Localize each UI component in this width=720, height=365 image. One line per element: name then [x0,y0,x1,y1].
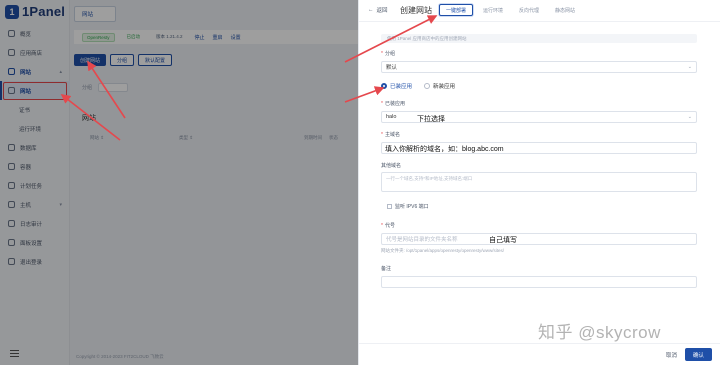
drawer-title: 创建网站 [400,6,432,15]
app-source-radio-group: 已装应用 新装应用 [381,82,455,90]
modal-overlay[interactable] [0,0,358,365]
other-domains-label: 其他域名 [381,163,402,169]
drawer-footer: 取消 确认 [359,343,720,365]
tab-one-click-deploy[interactable]: 一键部署 [439,4,474,16]
annotation-alias: 自己填写 [489,237,517,244]
tab-static-site[interactable]: 静态网站 [549,4,581,16]
ipv6-checkbox[interactable]: 监听 IPV6 端口 [387,203,429,210]
back-button[interactable]: ← 返回 [368,6,388,14]
chevron-down-icon: ⌄ [687,64,692,70]
chevron-down-icon: ⌄ [687,114,692,120]
alias-placeholder: 代号是网站目录的文件夹名称 [386,237,458,243]
tab-runtime[interactable]: 运行环境 [477,4,509,16]
remark-label: 备注 [381,266,392,272]
alias-hint: 网站文件夹: /opt/1panel/apps/openresty/openre… [381,248,505,253]
radio-new-app[interactable]: 新装应用 [424,82,455,90]
remark-input[interactable] [381,276,697,288]
watermark: 知乎 @skycrow [538,323,661,342]
drawer-header: ← 返回 创建网站 一键部署 运行环境 反向代理 静态网站 [359,0,720,22]
other-domains-textarea[interactable]: 一行一个域名,支持*和IP地址,支持域名:端口 [381,172,697,192]
group-select[interactable]: 默认 ⌄ [381,61,697,73]
installed-app-value: halo [386,114,397,120]
back-label: 返回 [376,8,388,14]
alias-input[interactable]: 代号是网站目录的文件夹名称 [381,233,697,245]
create-website-drawer: ← 返回 创建网站 一键部署 运行环境 反向代理 静态网站 使用 1Panel … [358,0,720,365]
radio-installed-app[interactable]: 已装应用 [381,82,412,90]
radio-dot [424,83,431,89]
ipv6-label: 监听 IPV6 端口 [395,204,429,210]
alias-label: * 代号 [381,223,395,229]
confirm-button[interactable]: 确认 [685,348,712,361]
annotation-primary-domain: 填入你解析的域名，如：blog.abc.com [385,146,504,153]
create-type-tabs: 一键部署 运行环境 反向代理 静态网站 [439,4,581,16]
radio-dot [381,83,387,89]
tab-reverse-proxy[interactable]: 反向代理 [513,4,545,16]
arrow-left-icon: ← [368,7,374,13]
cancel-button[interactable]: 取消 [661,348,682,361]
primary-domain-label: * 主域名 [381,132,400,138]
checkbox-box [387,204,392,209]
group-label: * 分组 [381,51,395,57]
group-select-value: 默认 [386,65,398,71]
annotation-dropdown: 下拉选择 [417,116,445,123]
installed-app-label: * 已装应用 [381,101,405,107]
info-note: 使用 1Panel 应用商店中的应用创建网站 [381,34,697,43]
